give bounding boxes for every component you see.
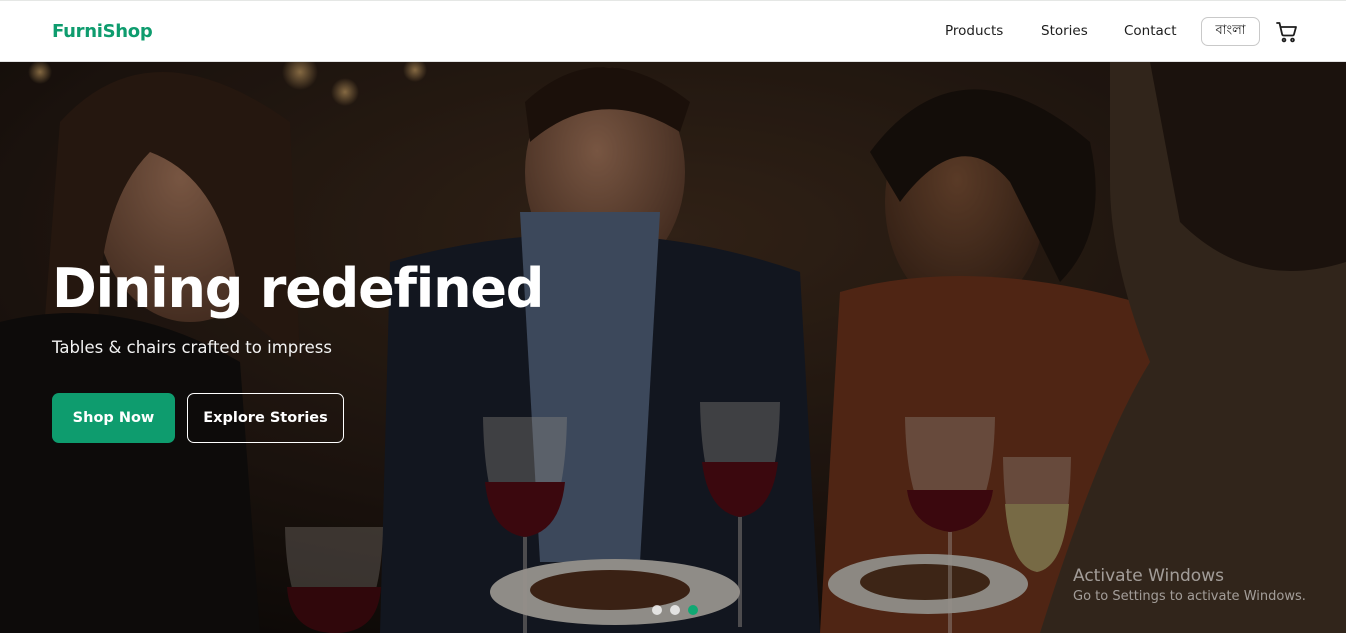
nav-link-stories[interactable]: Stories — [1041, 23, 1088, 39]
windows-activation-watermark: Activate Windows Go to Settings to activ… — [1073, 566, 1306, 604]
brand-logo[interactable]: FurniShop — [52, 21, 153, 42]
watermark-subtitle: Go to Settings to activate Windows. — [1073, 589, 1306, 604]
hero-section: Dining redefined Tables & chairs crafted… — [0, 62, 1346, 633]
hero-subtitle: Tables & chairs crafted to impress — [52, 338, 333, 357]
carousel-dot-1[interactable] — [652, 605, 662, 615]
language-toggle-button[interactable]: বাংলা — [1201, 17, 1260, 46]
top-navbar: FurniShop Products Stories Contact বাংলা — [0, 0, 1346, 62]
carousel-indicators — [652, 605, 698, 615]
explore-stories-button[interactable]: Explore Stories — [187, 393, 344, 443]
cart-button[interactable] — [1275, 20, 1299, 44]
nav-link-contact[interactable]: Contact — [1124, 23, 1177, 39]
hero-title: Dining redefined — [52, 257, 544, 320]
watermark-title: Activate Windows — [1073, 566, 1224, 586]
language-label: বাংলা — [1215, 23, 1246, 38]
carousel-dot-3-active[interactable] — [688, 605, 698, 615]
shop-now-button[interactable]: Shop Now — [52, 393, 175, 443]
carousel-dot-2[interactable] — [670, 605, 680, 615]
shopping-cart-icon — [1276, 22, 1297, 43]
nav-link-products[interactable]: Products — [945, 23, 1003, 39]
